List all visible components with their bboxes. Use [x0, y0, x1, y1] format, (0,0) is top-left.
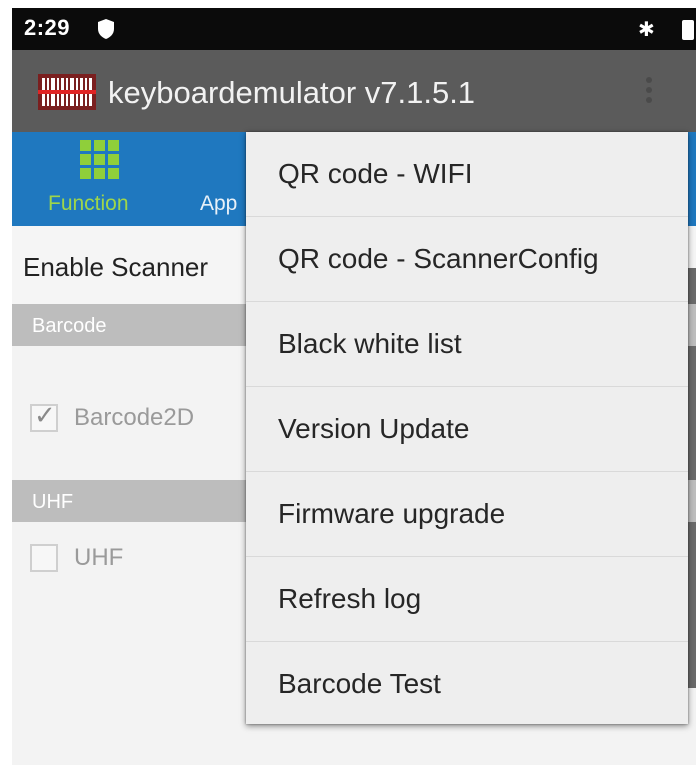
- enable-scanner-label: Enable Scanner: [23, 252, 209, 282]
- grid-icon: [80, 140, 120, 180]
- uhf-label: UHF: [74, 544, 124, 571]
- menu-item-label: Black white list: [278, 328, 462, 359]
- status-time: 2:29: [24, 15, 71, 40]
- shield-icon: [98, 19, 114, 39]
- menu-item-barcode-test[interactable]: Barcode Test: [246, 642, 688, 726]
- uhf-checkbox[interactable]: [30, 544, 58, 572]
- phone-screen: 2:29 ✱ keyboardemulator v7.1.5.1 Functio…: [12, 8, 696, 765]
- section-title: Barcode: [32, 315, 107, 337]
- app-bar: keyboardemulator v7.1.5.1: [12, 50, 696, 132]
- bluetooth-icon: ✱: [638, 19, 655, 41]
- barcode-logo-icon: [38, 74, 96, 110]
- section-title: UHF: [32, 491, 74, 513]
- menu-item-label: Firmware upgrade: [278, 498, 506, 529]
- menu-item-black-white-list[interactable]: Black white list: [246, 302, 688, 387]
- more-vert-icon[interactable]: [644, 74, 654, 110]
- checkmark-icon: ✓: [34, 400, 56, 430]
- menu-item-label: QR code - WIFI: [278, 158, 473, 189]
- status-bar: 2:29 ✱: [12, 8, 696, 50]
- barcode2d-checkbox[interactable]: ✓: [30, 400, 58, 432]
- menu-item-label: Barcode Test: [278, 668, 441, 699]
- tab-function[interactable]: Function: [32, 132, 172, 226]
- menu-item-qr-wifi[interactable]: QR code - WIFI: [246, 132, 688, 217]
- menu-item-qr-scannerconfig[interactable]: QR code - ScannerConfig: [246, 217, 688, 302]
- menu-item-label: QR code - ScannerConfig: [278, 243, 599, 274]
- tab-app-label: App: [200, 192, 238, 215]
- menu-item-firmware-upgrade[interactable]: Firmware upgrade: [246, 472, 688, 557]
- tab-function-label: Function: [48, 192, 129, 215]
- menu-item-refresh-log[interactable]: Refresh log: [246, 557, 688, 642]
- battery-icon: [682, 20, 694, 40]
- overflow-menu: QR code - WIFI QR code - ScannerConfig B…: [246, 132, 688, 724]
- menu-item-label: Version Update: [278, 413, 470, 444]
- menu-item-label: Refresh log: [278, 583, 422, 614]
- menu-item-version-update[interactable]: Version Update: [246, 387, 688, 472]
- app-title: keyboardemulator v7.1.5.1: [108, 75, 476, 110]
- barcode2d-label: Barcode2D: [74, 404, 195, 431]
